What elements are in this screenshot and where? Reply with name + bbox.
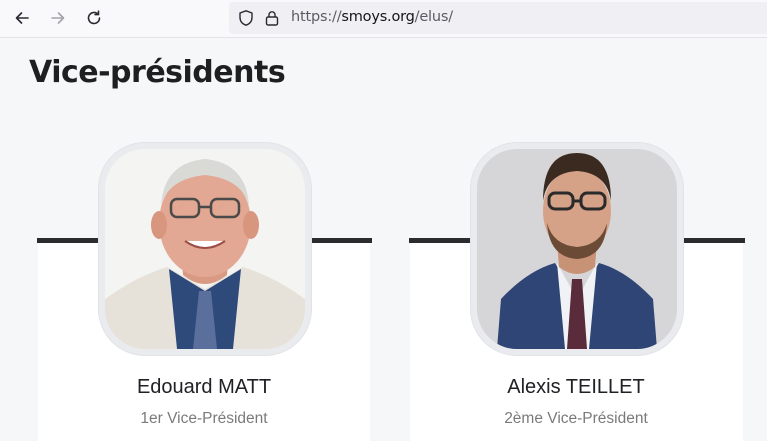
person-name: Alexis TEILLET <box>507 376 645 398</box>
reload-button[interactable] <box>80 5 108 31</box>
url-path: /elus/ <box>414 9 453 25</box>
url-text[interactable]: https://smoys.org/elus/ <box>291 9 453 25</box>
person-photo-frame <box>471 143 683 355</box>
person-photo-frame <box>99 143 311 355</box>
back-button[interactable] <box>8 5 36 31</box>
url-bar[interactable]: https://smoys.org/elus/ <box>229 2 767 34</box>
shield-icon[interactable] <box>237 9 255 27</box>
person-name: Edouard MATT <box>136 376 272 398</box>
lock-icon[interactable] <box>263 9 281 27</box>
person-role: 1er Vice-Président <box>140 410 268 427</box>
back-arrow-icon <box>15 12 29 24</box>
page-title: Vice-présidents <box>29 55 286 90</box>
reload-icon <box>87 10 101 25</box>
forward-arrow-icon <box>51 12 65 24</box>
person-role: 2ème Vice-Président <box>504 410 648 427</box>
person-photo <box>477 149 677 349</box>
person-photo <box>105 149 305 349</box>
forward-button[interactable] <box>44 5 72 31</box>
browser-toolbar: https://smoys.org/elus/ <box>0 0 767 38</box>
url-host: smoys.org <box>341 9 415 25</box>
url-scheme: https:// <box>291 9 342 25</box>
